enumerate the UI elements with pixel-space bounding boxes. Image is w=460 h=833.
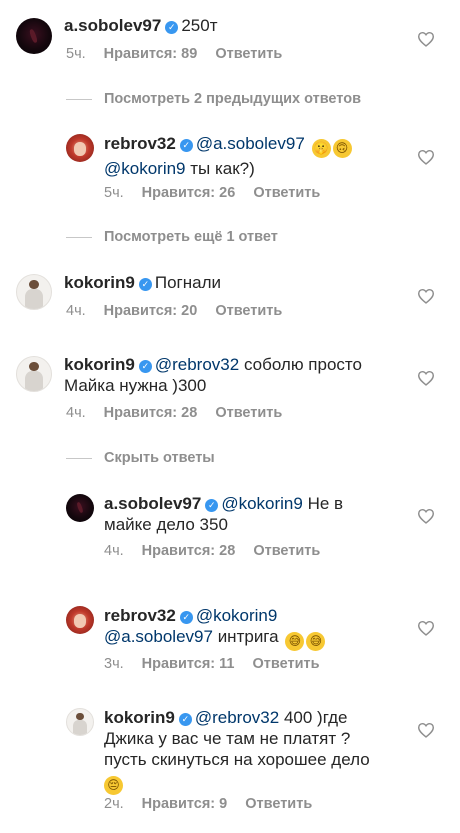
- view-more-replies-link[interactable]: Посмотреть ещё 1 ответ: [66, 229, 278, 245]
- comment-body-line1: Не в: [307, 494, 344, 513]
- verified-badge-icon: ✓: [178, 713, 192, 726]
- avatar[interactable]: [66, 606, 94, 634]
- timestamp: 5ч.: [104, 185, 124, 201]
- verified-badge-icon: ✓: [205, 499, 219, 512]
- username[interactable]: kokorin9: [64, 273, 135, 292]
- reply-button[interactable]: Ответить: [215, 303, 282, 319]
- avatar[interactable]: [16, 18, 52, 54]
- comment-text: rebrov32 ✓ @kokorin9 @a.sobolev97 интрига …: [104, 605, 326, 651]
- view-previous-replies-link[interactable]: Посмотреть 2 предыдущих ответов: [66, 91, 361, 107]
- comment-text: rebrov32 ✓ @a.sobolev97 🤫 🙃 @kokorin9 ты ка…: [104, 133, 352, 179]
- verified-badge-icon: ✓: [179, 139, 193, 152]
- comment-text: a.sobolev97 ✓ @kokorin9 Не в майке дело 35…: [104, 493, 343, 535]
- comment-body: Погнали: [154, 273, 221, 292]
- likes-count[interactable]: Нравится: 9: [142, 796, 228, 812]
- username[interactable]: rebrov32: [104, 134, 176, 153]
- hide-replies-link[interactable]: Скрыть ответы: [66, 450, 215, 466]
- reply-button[interactable]: Ответить: [253, 543, 320, 559]
- reply-button[interactable]: Ответить: [245, 796, 312, 812]
- comment-body-line2: Майка нужна )300: [64, 376, 207, 395]
- timestamp: 4ч.: [104, 543, 124, 559]
- avatar[interactable]: [16, 356, 52, 392]
- heart-icon[interactable]: [417, 370, 435, 386]
- hide-replies-label: Скрыть ответы: [104, 450, 215, 466]
- comment-meta: 5ч. Нравится: 89 Ответить: [66, 46, 300, 62]
- username[interactable]: kokorin9: [64, 355, 135, 374]
- heart-icon[interactable]: [417, 508, 435, 524]
- heart-icon[interactable]: [417, 722, 435, 738]
- verified-badge-icon: ✓: [138, 278, 152, 291]
- mention-link[interactable]: @kokorin9: [104, 159, 186, 178]
- comment-meta: 5ч. Нравится: 26 Ответить: [104, 185, 338, 201]
- avatar[interactable]: [66, 708, 94, 736]
- username[interactable]: kokorin9: [104, 708, 175, 727]
- heart-icon[interactable]: [417, 149, 435, 165]
- mention-link[interactable]: @kokorin9: [196, 606, 278, 625]
- grinning-sweat-emoji-icon: 😅: [285, 632, 305, 651]
- comment-body-line3: пусть скинуться на хорошее дело: [104, 750, 370, 769]
- verified-badge-icon: ✓: [179, 611, 193, 624]
- thread-divider: [66, 236, 92, 238]
- comment-meta: 4ч. Нравится: 28 Ответить: [66, 405, 300, 421]
- verified-badge-icon: ✓: [165, 21, 179, 34]
- grinning-sweat-emoji-icon: 😅: [306, 632, 326, 651]
- mention-link[interactable]: @rebrov32: [155, 355, 239, 374]
- comment-body: 250т: [181, 16, 218, 35]
- timestamp: 4ч.: [66, 405, 86, 421]
- verified-badge-icon: ✓: [138, 360, 152, 373]
- avatar[interactable]: [16, 274, 52, 310]
- likes-count[interactable]: Нравится: 26: [142, 185, 236, 201]
- comment-meta: 2ч. Нравится: 9 Ответить: [104, 796, 330, 812]
- likes-count[interactable]: Нравится: 20: [104, 303, 198, 319]
- username[interactable]: a.sobolev97: [64, 16, 161, 35]
- avatar[interactable]: [66, 494, 94, 522]
- thread-divider: [66, 457, 92, 459]
- mention-link[interactable]: @kokorin9: [221, 494, 303, 513]
- shushing-face-emoji-icon: 🤫: [311, 139, 331, 158]
- comment-text: kokorin9 ✓ @rebrov32 соболю просто Майка н…: [64, 354, 362, 396]
- comment-body-line1: соболю просто: [243, 355, 362, 374]
- heart-icon[interactable]: [417, 31, 435, 47]
- comment-body-line2: Джика у вас че там не платят ?: [104, 729, 351, 748]
- comment-text: kokorin9 ✓ Погнали: [64, 272, 221, 293]
- comment-text: kokorin9 ✓ @rebrov32 400 )где Джика у вас …: [104, 707, 370, 795]
- mention-link[interactable]: @rebrov32: [195, 708, 279, 727]
- comment-text: a.sobolev97 ✓ 250т: [64, 15, 217, 36]
- likes-count[interactable]: Нравится: 28: [104, 405, 198, 421]
- mention-link[interactable]: @a.sobolev97: [196, 134, 305, 153]
- comment-body: интрига: [217, 627, 279, 646]
- username[interactable]: a.sobolev97: [104, 494, 201, 513]
- thread-divider: [66, 98, 92, 100]
- comment-meta: 3ч. Нравится: 11 Ответить: [104, 656, 338, 672]
- reply-button[interactable]: Ответить: [215, 405, 282, 421]
- view-more-label: Посмотреть ещё 1 ответ: [104, 229, 278, 245]
- comment-meta: 4ч. Нравится: 28 Ответить: [104, 543, 338, 559]
- comment-meta: 4ч. Нравится: 20 Ответить: [66, 303, 300, 319]
- reply-button[interactable]: Ответить: [253, 656, 320, 672]
- comment-body-line1: 400 )где: [283, 708, 348, 727]
- likes-count[interactable]: Нравится: 28: [142, 543, 236, 559]
- reply-button[interactable]: Ответить: [253, 185, 320, 201]
- reply-button[interactable]: Ответить: [215, 46, 282, 62]
- heart-icon[interactable]: [417, 288, 435, 304]
- heart-icon[interactable]: [417, 620, 435, 636]
- likes-count[interactable]: Нравится: 11: [142, 656, 235, 672]
- timestamp: 2ч.: [104, 796, 124, 812]
- timestamp: 3ч.: [104, 656, 124, 672]
- username[interactable]: rebrov32: [104, 606, 176, 625]
- pensive-face-emoji-icon: 😔: [104, 776, 123, 795]
- mention-link[interactable]: @a.sobolev97: [104, 627, 213, 646]
- avatar[interactable]: [66, 134, 94, 162]
- timestamp: 4ч.: [66, 303, 86, 319]
- comment-body-line2: майке дело 350: [104, 515, 228, 534]
- timestamp: 5ч.: [66, 46, 86, 62]
- upside-down-face-emoji-icon: 🙃: [332, 139, 352, 158]
- view-previous-label: Посмотреть 2 предыдущих ответов: [104, 91, 361, 107]
- likes-count[interactable]: Нравится: 89: [104, 46, 198, 62]
- comment-body: ты как?): [190, 159, 255, 178]
